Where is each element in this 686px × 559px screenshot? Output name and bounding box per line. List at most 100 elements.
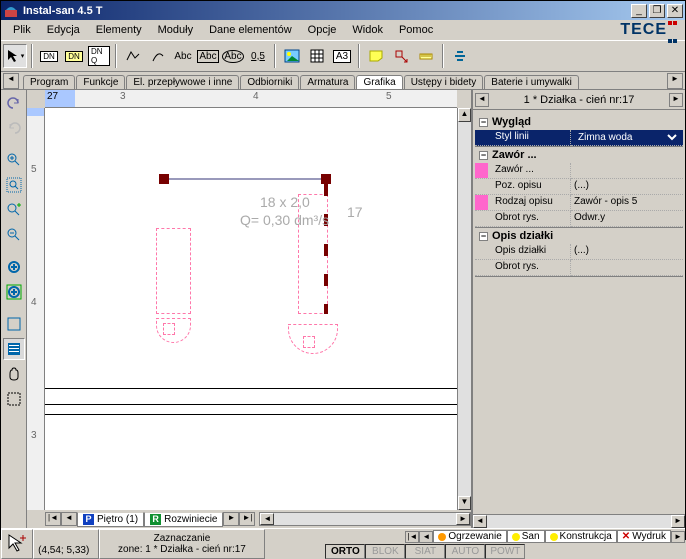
prop-value[interactable]	[571, 260, 683, 276]
prop-value[interactable]	[571, 163, 683, 179]
zoom-extents-tool[interactable]	[3, 281, 25, 303]
mode-siat[interactable]: SIAT	[405, 544, 445, 559]
prop-value[interactable]: (...)	[571, 244, 683, 260]
menu-dane[interactable]: Dane elementów	[201, 22, 300, 38]
arrow-tool[interactable]: ▾	[3, 44, 27, 68]
dn-tool-2[interactable]: DN	[62, 44, 86, 68]
prop-prev-button[interactable]: ◄	[475, 93, 489, 107]
expand-icon[interactable]: −	[479, 232, 488, 241]
mode-blok[interactable]: BLOK	[365, 544, 405, 559]
properties-panel-toggle[interactable]	[3, 338, 25, 360]
prop-row[interactable]: Obrot rys.Odwr.y	[475, 211, 683, 227]
zoom-add-tool[interactable]	[3, 199, 25, 221]
prop-section-header[interactable]: −Zawór ...	[475, 147, 683, 163]
prop-row[interactable]: Poz. opisu(...)	[475, 179, 683, 195]
ruler-vertical[interactable]: 5 4 3	[27, 108, 45, 510]
sheet-tab-rozwiniecie[interactable]: R Rozwiniecie	[144, 512, 223, 527]
menu-opcje[interactable]: Opcje	[300, 22, 345, 38]
ruler-horizontal[interactable]: 27 3 4 5	[45, 90, 457, 108]
prop-row[interactable]: Opis działki(...)	[475, 244, 683, 260]
tab-baterie[interactable]: Baterie i umywalki	[484, 75, 579, 89]
prop-row[interactable]: Obrot rys.	[475, 260, 683, 276]
viewtab-konstrukcja[interactable]: Konstrukcja	[545, 530, 617, 543]
menu-elementy[interactable]: Elementy	[88, 22, 150, 38]
dn-tool-1[interactable]: DN	[37, 44, 61, 68]
prop-value[interactable]: (...)	[571, 179, 683, 195]
prop-value[interactable]: Zawór - opis 5	[571, 195, 683, 211]
menu-pomoc[interactable]: Pomoc	[391, 22, 441, 38]
menu-widok[interactable]: Widok	[344, 22, 391, 38]
zoom-fit-tool[interactable]	[3, 256, 25, 278]
scroll-left-button[interactable]: ◄	[260, 513, 274, 525]
sheet-nav-prev[interactable]: ◄	[61, 512, 77, 526]
menu-moduly[interactable]: Moduły	[150, 22, 201, 38]
viewtab-ogrzewanie[interactable]: Ogrzewanie	[433, 530, 506, 543]
note-tool[interactable]	[364, 44, 388, 68]
sheet-tab-pietro[interactable]: P Piętro (1)	[77, 512, 144, 527]
arc-tool[interactable]	[146, 44, 170, 68]
expand-icon[interactable]: −	[479, 118, 488, 127]
tab-przeplywowe[interactable]: El. przepływowe i inne	[126, 75, 239, 89]
expand-icon[interactable]: −	[479, 151, 488, 160]
view-nav-next[interactable]: ►	[671, 531, 685, 543]
prop-row[interactable]: Styl liniiZimna woda	[475, 130, 683, 146]
dnq-tool[interactable]: DN Q	[87, 44, 111, 68]
mode-powt[interactable]: POWT	[485, 544, 525, 559]
a3-tool[interactable]: A3	[330, 44, 354, 68]
viewtab-wydruk[interactable]: ✕Wydruk	[617, 530, 671, 543]
horizontal-scrollbar[interactable]: ◄ ►	[259, 512, 471, 526]
ruler-tool[interactable]	[414, 44, 438, 68]
sheet-nav-next[interactable]: ►	[223, 512, 239, 526]
polyline-tool[interactable]	[121, 44, 145, 68]
tab-odbiorniki[interactable]: Odbiorniki	[240, 75, 299, 89]
text-circle-tool[interactable]: Abc	[221, 44, 245, 68]
mode-auto[interactable]: AUTO	[445, 544, 485, 559]
scale-tool[interactable]: 0,5	[246, 44, 270, 68]
viewtab-san[interactable]: San	[507, 530, 545, 543]
text-box-tool[interactable]: Abc	[196, 44, 220, 68]
prop-row[interactable]: Zawór ...	[475, 163, 683, 179]
prop-row[interactable]: Rodzaj opisuZawór - opis 5	[475, 195, 683, 211]
tab-grafika[interactable]: Grafika	[356, 75, 402, 89]
scroll-up-button[interactable]: ▲	[458, 108, 471, 122]
vertical-scrollbar[interactable]: ▲ ▼	[457, 108, 471, 510]
sheet-nav-last[interactable]: ►|	[239, 512, 255, 526]
zoom-out-tool[interactable]	[3, 224, 25, 246]
prop-next-button[interactable]: ►	[669, 93, 683, 107]
table-tool[interactable]	[305, 44, 329, 68]
canvas[interactable]: 18 x 2,0 Q= 0,30 dm³/s 17	[45, 108, 457, 510]
menu-edycja[interactable]: Edycja	[39, 22, 88, 38]
prop-value[interactable]: Zimna woda	[571, 130, 683, 146]
tab-armatura[interactable]: Armatura	[300, 75, 355, 89]
scroll-down-button[interactable]: ▼	[458, 496, 471, 510]
prop-value[interactable]: Odwr.y	[571, 211, 683, 227]
pan-tool[interactable]	[3, 363, 25, 385]
picture-tool[interactable]	[280, 44, 304, 68]
view-nav-prev[interactable]: ◄	[419, 531, 433, 543]
zoom-window-tool[interactable]	[3, 174, 25, 196]
undo-tool[interactable]	[3, 92, 25, 114]
tab-ustepy[interactable]: Ustępy i bidety	[404, 75, 484, 89]
main-toolbar: ▾ DN DN DN Q Abc Abc Abc 0,5 A3	[1, 40, 685, 72]
zoom-in-tool[interactable]	[3, 149, 25, 171]
sheet-nav-first[interactable]: |◄	[45, 512, 61, 526]
redo-tool[interactable]	[3, 117, 25, 139]
prop-section-header[interactable]: −Opis działki	[475, 228, 683, 244]
text-tool[interactable]: Abc	[171, 44, 195, 68]
properties-scrollbar[interactable]: ◄►	[473, 514, 685, 528]
prop-select[interactable]: Zimna woda	[574, 131, 680, 144]
select-rect-tool[interactable]	[3, 388, 25, 410]
prop-section-header[interactable]: −Wygląd	[475, 114, 683, 130]
fullscreen-tool[interactable]	[3, 313, 25, 335]
move-object-tool[interactable]	[389, 44, 413, 68]
tab-funkcje[interactable]: Funkcje	[76, 75, 125, 89]
view-nav-first[interactable]: |◄	[405, 531, 419, 543]
scroll-right-button[interactable]: ►	[456, 513, 470, 525]
menu-plik[interactable]: Plik	[5, 22, 39, 38]
properties-body: −WyglądStyl liniiZimna woda−Zawór ...Zaw…	[473, 110, 685, 514]
mode-orto[interactable]: ORTO	[325, 544, 365, 559]
align-tool[interactable]	[448, 44, 472, 68]
tab-program[interactable]: Program	[23, 75, 75, 89]
tab-scroll-right[interactable]: ►	[667, 73, 683, 89]
tab-scroll-left[interactable]: ◄	[3, 73, 19, 89]
